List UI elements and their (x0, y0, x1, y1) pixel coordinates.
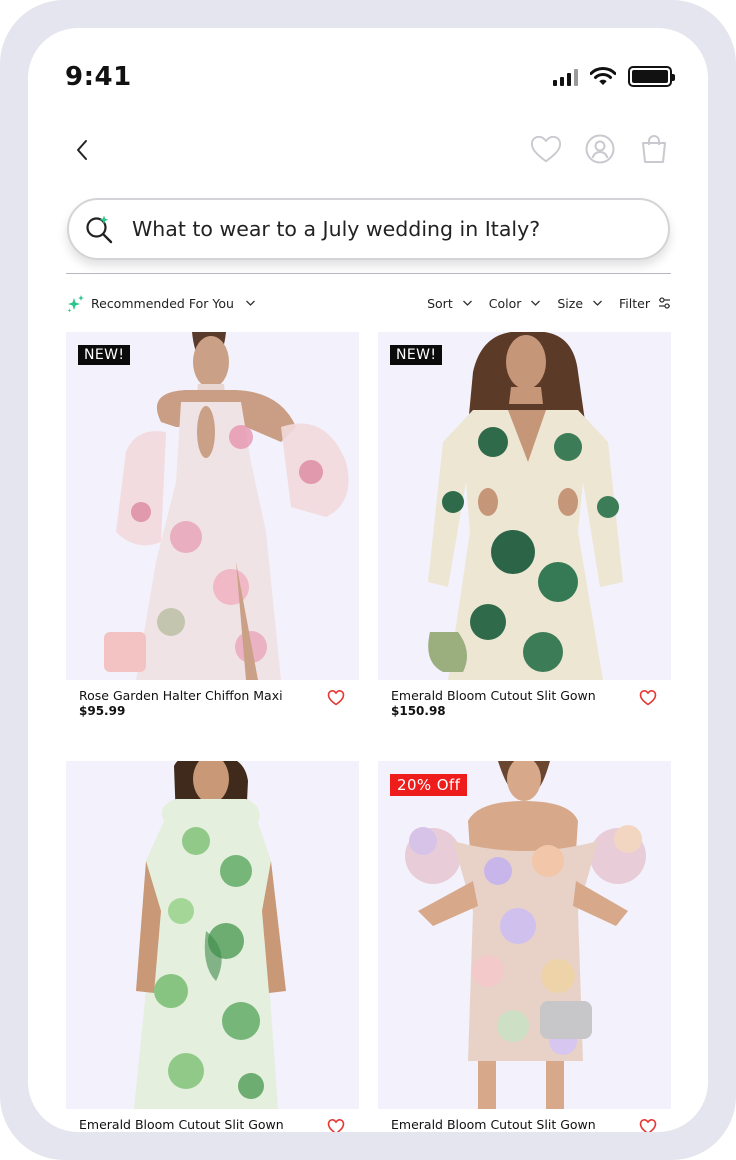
recommended-dropdown[interactable]: Recommended For You (66, 294, 256, 313)
cellular-signal-icon (553, 68, 578, 86)
heart-icon[interactable] (639, 689, 657, 706)
product-image[interactable]: NEW! (378, 332, 671, 680)
product-card[interactable]: 20% Off Emerald Bloom Cutout Slit Gown (378, 761, 671, 1132)
heart-icon[interactable] (639, 1118, 657, 1132)
product-image[interactable]: NEW! (66, 332, 359, 680)
product-name[interactable]: Emerald Bloom Cutout Slit Gown (391, 1117, 659, 1132)
user-icon (585, 134, 615, 164)
sparkle-icon (67, 294, 84, 312)
color-label: Color (488, 295, 522, 311)
ai-search-icon (86, 215, 113, 244)
product-card[interactable]: NEW! Emerald Bloom Cutout Slit Gown $150… (378, 332, 671, 720)
shopping-bag-icon (642, 135, 666, 163)
product-card[interactable]: Emerald Bloom Cutout Slit Gown (66, 761, 359, 1132)
color-dropdown[interactable]: Color (489, 296, 542, 311)
size-label: Size (557, 295, 584, 311)
product-card[interactable]: NEW! Rose Garden Halter Chiffon Maxi $95… (66, 332, 359, 720)
new-badge: NEW! (78, 345, 131, 365)
dress-photo (378, 761, 671, 1109)
heart-outline-icon (530, 135, 562, 163)
chevron-left-icon (77, 140, 87, 160)
sort-label: Sort (427, 295, 453, 311)
wishlist-button[interactable] (530, 132, 562, 166)
back-button[interactable] (68, 134, 96, 166)
ai-search-bar[interactable] (67, 198, 670, 260)
heart-icon[interactable] (327, 1118, 345, 1132)
search-input[interactable] (132, 217, 652, 241)
phone-screen: 9:41 What to wear to a July wedding in I… (28, 28, 708, 1132)
product-name[interactable]: Emerald Bloom Cutout Slit Gown (79, 1117, 347, 1132)
sliders-icon (659, 297, 670, 309)
size-dropdown[interactable]: Size (557, 296, 603, 311)
product-price: $95.99 (79, 704, 126, 718)
sort-filter-controls: Sort Color Size Filter (427, 296, 671, 311)
filter-bar: Recommended For You Sort Color Size Filt… (66, 292, 671, 314)
chevron-down-icon (531, 300, 541, 306)
header-actions (530, 132, 670, 166)
chevron-down-icon (593, 300, 602, 306)
battery-icon (628, 66, 675, 87)
chevron-down-icon (462, 300, 472, 306)
filter-button[interactable]: Filter (619, 296, 671, 311)
dress-photo (66, 332, 359, 680)
chevron-down-icon (245, 300, 255, 306)
product-image[interactable]: 20% Off (378, 761, 671, 1109)
divider (66, 273, 671, 274)
phone-frame: 9:41 What to wear to a July wedding in I… (0, 0, 736, 1160)
product-info: Emerald Bloom Cutout Slit Gown (378, 1109, 671, 1132)
status-icons (553, 66, 675, 87)
product-info: Emerald Bloom Cutout Slit Gown $150.98 (378, 680, 671, 720)
product-image[interactable] (66, 761, 359, 1109)
wifi-icon (590, 67, 616, 85)
status-time: 9:41 (65, 62, 132, 92)
new-badge: NEW! (390, 345, 443, 365)
heart-icon[interactable] (327, 689, 345, 706)
product-name[interactable]: Rose Garden Halter Chiffon Maxi (79, 688, 347, 703)
account-button[interactable] (584, 132, 616, 166)
recommended-label: Recommended For You (91, 295, 234, 311)
product-info: Rose Garden Halter Chiffon Maxi $95.99 (66, 680, 359, 720)
product-info: Emerald Bloom Cutout Slit Gown (66, 1109, 359, 1132)
discount-badge: 20% Off (390, 774, 468, 796)
sort-dropdown[interactable]: Sort (427, 296, 473, 311)
bag-button[interactable] (638, 132, 670, 166)
filter-label: Filter (619, 295, 650, 311)
dress-photo (66, 761, 359, 1109)
product-price: $150.98 (391, 704, 446, 718)
dress-photo (378, 332, 671, 680)
product-name[interactable]: Emerald Bloom Cutout Slit Gown (391, 688, 659, 703)
